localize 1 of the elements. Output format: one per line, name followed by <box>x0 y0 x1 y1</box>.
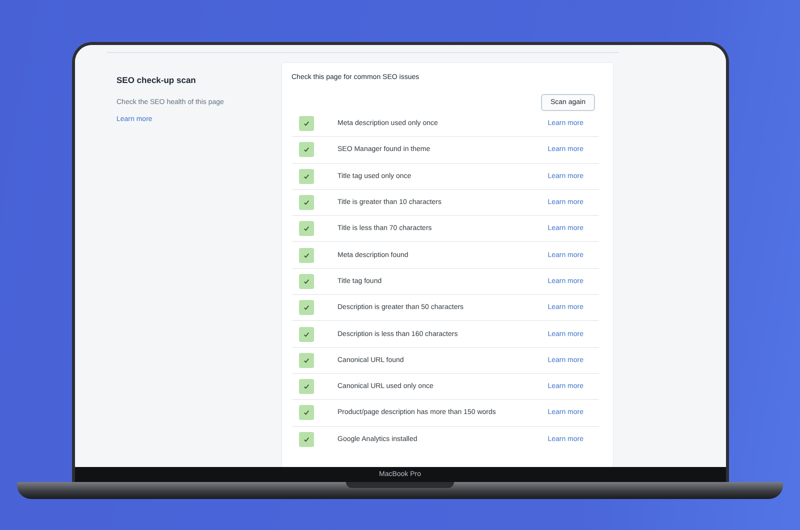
section-title: SEO check-up scan <box>116 75 196 85</box>
